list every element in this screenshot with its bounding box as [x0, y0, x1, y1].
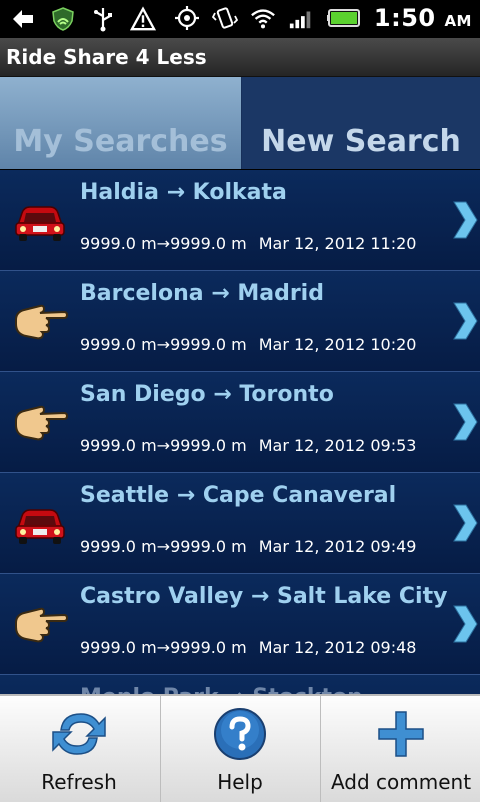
battery-icon	[326, 5, 362, 31]
chevron-right-icon[interactable]	[450, 604, 478, 644]
bottom-menu: Refresh Help Add comment	[0, 694, 480, 802]
distance-text: 9999.0 m→9999.0 m	[80, 335, 247, 354]
route-meta: 9999.0 m→9999.0 m Mar 12, 2012 09:48	[80, 638, 416, 657]
chevron-right-icon[interactable]	[450, 301, 478, 341]
usb-icon	[90, 6, 116, 32]
list-item[interactable]: Barcelona → Madrid 9999.0 m→9999.0 m Mar …	[0, 271, 480, 373]
refresh-icon	[52, 713, 106, 755]
distance-text: 9999.0 m→9999.0 m	[80, 638, 247, 657]
tab-my-searches-label: My Searches	[13, 124, 228, 159]
back-arrow-icon	[10, 6, 36, 32]
route-meta: 9999.0 m→9999.0 m Mar 12, 2012 09:53	[80, 436, 416, 455]
list-item[interactable]: Haldia → Kolkata 9999.0 m→9999.0 m Mar 12…	[0, 170, 480, 272]
route-meta: 9999.0 m→9999.0 m Mar 12, 2012 11:20	[80, 234, 416, 253]
wifi-icon	[250, 5, 276, 31]
distance-text: 9999.0 m→9999.0 m	[80, 234, 247, 253]
app-title: Ride Share 4 Less	[6, 45, 207, 69]
thumb-icon	[15, 304, 68, 340]
date-text: Mar 12, 2012 10:20	[258, 335, 417, 354]
tab-my-searches[interactable]: My Searches	[0, 77, 241, 169]
shield-icon	[50, 6, 76, 32]
route-text: San Diego → Toronto	[80, 382, 334, 407]
thumb-icon	[15, 405, 68, 441]
status-bar: 1:50 AM	[0, 0, 480, 38]
refresh-button[interactable]: Refresh	[0, 696, 158, 802]
car-icon	[15, 206, 65, 241]
route-text: Castro Valley → Salt Lake City	[80, 584, 448, 609]
warning-icon	[130, 6, 156, 32]
gps-icon	[174, 5, 200, 31]
list-item[interactable]: Castro Valley → Salt Lake City 9999.0 m→…	[0, 574, 480, 676]
vibrate-icon	[211, 5, 238, 31]
tab-bar: My Searches New Search	[0, 77, 480, 169]
help-icon	[214, 708, 266, 760]
refresh-label: Refresh	[41, 770, 117, 794]
tab-new-search-label: New Search	[261, 124, 461, 159]
route-meta: 9999.0 m→9999.0 m Mar 12, 2012 10:20	[80, 335, 416, 354]
list-item[interactable]: San Diego → Toronto 9999.0 m→9999.0 m Mar…	[0, 372, 480, 474]
chevron-right-icon[interactable]	[450, 402, 478, 442]
signal-icon	[288, 5, 314, 31]
list-item[interactable]: Seattle → Cape Canaveral 9999.0 m→9999.0…	[0, 473, 480, 575]
distance-text: 9999.0 m→9999.0 m	[80, 537, 247, 556]
date-text: Mar 12, 2012 09:53	[258, 436, 417, 455]
status-time: 1:50 AM	[373, 4, 472, 32]
route-text: Barcelona → Madrid	[80, 281, 324, 306]
help-button[interactable]: Help	[160, 696, 319, 802]
route-text: Haldia → Kolkata	[80, 180, 287, 205]
distance-text: 9999.0 m→9999.0 m	[80, 436, 247, 455]
tab-new-search[interactable]: New Search	[242, 77, 480, 169]
date-text: Mar 12, 2012 09:48	[258, 638, 417, 657]
chevron-right-icon[interactable]	[450, 200, 478, 240]
thumb-icon	[15, 607, 68, 643]
add-comment-button[interactable]: Add comment	[320, 696, 480, 802]
plus-icon	[378, 711, 424, 757]
car-icon	[15, 509, 65, 544]
date-text: Mar 12, 2012 11:20	[258, 234, 417, 253]
help-label: Help	[217, 770, 263, 794]
chevron-right-icon[interactable]	[450, 503, 478, 543]
route-text: Seattle → Cape Canaveral	[80, 483, 397, 508]
date-text: Mar 12, 2012 09:49	[258, 537, 417, 556]
add-comment-label: Add comment	[330, 770, 472, 794]
route-meta: 9999.0 m→9999.0 m Mar 12, 2012 09:49	[80, 537, 416, 556]
app-title-bar: Ride Share 4 Less	[0, 38, 480, 77]
